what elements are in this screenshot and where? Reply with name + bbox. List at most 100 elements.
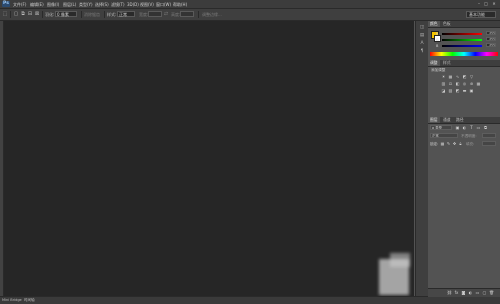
blend-mode-select[interactable]: 正常	[430, 133, 458, 138]
style-label: 样式:	[107, 12, 117, 17]
type-filter-icon[interactable]: T	[468, 125, 475, 130]
menu-filter[interactable]: 滤镜(T)	[111, 2, 125, 8]
menu-select[interactable]: 选择(S)	[95, 2, 109, 8]
posterize-icon[interactable]: ▧	[447, 88, 454, 93]
vibrance-icon[interactable]: ▽	[468, 74, 475, 79]
opacity-input[interactable]	[482, 133, 496, 138]
marquee-tool-icon[interactable]: ⬚	[2, 11, 8, 17]
mini-bridge-tab[interactable]: Mini Bridge	[2, 298, 22, 302]
slider-g[interactable]: G 255	[436, 37, 498, 42]
menu-layer[interactable]: 图层(L)	[63, 2, 76, 8]
slider-g-value[interactable]: 255	[486, 37, 496, 41]
intersect-selection-icon[interactable]: ⊠	[34, 11, 40, 17]
separator	[104, 11, 105, 18]
menu-view[interactable]: 视图(V)	[140, 2, 154, 8]
brightness-icon[interactable]: ☀	[440, 74, 447, 79]
menu-image[interactable]: 图像(I)	[47, 2, 59, 8]
tab-swatches[interactable]: 色板	[441, 21, 453, 27]
new-adjustment-layer-icon[interactable]: ◐	[467, 290, 474, 295]
invert-icon[interactable]: ◪	[440, 88, 447, 93]
tab-layers[interactable]: 图层	[428, 117, 440, 123]
adjustment-filter-icon[interactable]: ◐	[461, 125, 468, 130]
menu-3d[interactable]: 3D(D)	[127, 2, 139, 7]
new-layer-icon[interactable]: ▢	[481, 290, 488, 295]
pixel-filter-icon[interactable]: ▣	[454, 125, 461, 130]
separator	[42, 11, 43, 18]
slider-r-track[interactable]	[442, 33, 482, 35]
menu-bar: Ps 文件(F) 编辑(E) 图像(I) 图层(L) 类型(Y) 选择(S) 滤…	[0, 0, 500, 9]
new-selection-icon[interactable]: ▢	[13, 11, 19, 17]
slider-r[interactable]: R 255	[436, 31, 498, 36]
slider-b[interactable]: B 255	[436, 43, 498, 48]
link-layers-icon[interactable]: ⛓	[446, 290, 453, 295]
menu-window[interactable]: 窗口(W)	[156, 2, 171, 8]
slider-g-track[interactable]	[442, 39, 482, 41]
layer-mask-icon[interactable]: ◙	[460, 290, 467, 295]
paragraph-icon[interactable]: ¶	[419, 49, 425, 55]
selective-color-icon[interactable]: ▣	[468, 88, 475, 93]
blurred-watermark	[390, 253, 410, 267]
fill-input[interactable]	[482, 141, 496, 146]
tab-adjustments[interactable]: 调整	[428, 60, 440, 66]
tab-channels[interactable]: 通道	[441, 117, 453, 123]
menu-edit[interactable]: 编辑(E)	[30, 2, 44, 8]
slider-b-label: B	[436, 43, 439, 48]
slider-b-track[interactable]	[442, 45, 482, 47]
menu-file[interactable]: 文件(F)	[13, 2, 26, 8]
character-icon[interactable]: A	[419, 41, 425, 47]
feather-label: 羽化:	[45, 12, 55, 17]
hue-saturation-icon[interactable]: ▥	[440, 81, 447, 86]
layer-lock-row: 锁定: ▦ ✎ ✥ 🔒︎ 填充:	[430, 141, 498, 147]
exposure-icon[interactable]: ◩	[461, 74, 468, 79]
minimize-button[interactable]: –	[476, 1, 482, 6]
style-select[interactable]: 正常	[117, 11, 135, 17]
color-balance-icon[interactable]: ⚖	[447, 81, 454, 86]
color-ramp[interactable]	[430, 52, 498, 56]
delete-layer-icon[interactable]: 🗑︎	[488, 290, 495, 295]
color-panel-tabs: 颜色 色板	[428, 21, 500, 28]
layer-kind-select[interactable]: ρ 类型	[430, 125, 452, 130]
add-selection-icon[interactable]: ⧉	[20, 11, 26, 17]
tab-paths[interactable]: 路径	[454, 117, 466, 123]
gradient-map-icon[interactable]: ▬	[461, 88, 468, 93]
fill-label: 填充:	[466, 141, 475, 146]
layers-panel-footer: ⛓ fx ◙ ◐ ▭ ▢ 🗑︎	[428, 288, 500, 297]
width-input[interactable]	[148, 11, 162, 17]
timeline-tab[interactable]: 时间轴	[24, 298, 35, 303]
curves-icon[interactable]: ∿	[454, 74, 461, 79]
feather-input[interactable]: 0 像素	[55, 11, 77, 17]
height-input[interactable]	[180, 11, 194, 17]
menu-type[interactable]: 类型(Y)	[79, 2, 93, 8]
layer-style-icon[interactable]: fx	[453, 290, 460, 295]
panel-dock: ◫ ▤ A ¶	[415, 21, 429, 296]
history-icon[interactable]: ◫	[419, 25, 425, 31]
channel-mixer-icon[interactable]: ⊛	[468, 81, 475, 86]
photo-filter-icon[interactable]: ◎	[461, 81, 468, 86]
adjustments-panel-tabs: 调整 样式	[428, 60, 500, 67]
antialias-checkbox[interactable]: 消除锯齿	[84, 12, 100, 18]
swap-icon[interactable]: ⇄	[163, 11, 169, 17]
canvas-area[interactable]	[4, 21, 414, 296]
black-white-icon[interactable]: ◧	[454, 81, 461, 86]
menu-help[interactable]: 帮助(H)	[173, 2, 187, 8]
properties-icon[interactable]: ▤	[419, 33, 425, 39]
options-bar: ⬚ ▢ ⧉ ⊟ ⊠ 羽化: 0 像素 消除锯齿 样式: 正常 宽度: ⇄ 高度:…	[0, 9, 500, 21]
levels-icon[interactable]: ▦	[447, 74, 454, 79]
tab-color[interactable]: 颜色	[428, 21, 440, 27]
close-button[interactable]: ✕	[491, 1, 497, 6]
subtract-selection-icon[interactable]: ⊟	[27, 11, 33, 17]
maximize-button[interactable]: □	[483, 1, 489, 6]
shape-filter-icon[interactable]: ▭	[475, 125, 482, 130]
new-group-icon[interactable]: ▭	[474, 290, 481, 295]
workspace-select[interactable]: 基本功能	[466, 11, 496, 18]
refine-edge-button[interactable]: 调整边缘...	[202, 12, 222, 18]
add-adjustment-title: 添加调整	[431, 68, 446, 72]
height-label: 高度:	[171, 12, 181, 17]
threshold-icon[interactable]: ◩	[454, 88, 461, 93]
slider-r-value[interactable]: 255	[486, 31, 496, 35]
lock-all-icon[interactable]: 🔒︎	[457, 141, 464, 146]
tab-styles[interactable]: 样式	[441, 60, 453, 66]
slider-b-value[interactable]: 255	[486, 43, 496, 47]
color-lookup-icon[interactable]: ▦	[475, 81, 482, 86]
smart-object-filter-icon[interactable]: ⧉	[482, 125, 489, 130]
